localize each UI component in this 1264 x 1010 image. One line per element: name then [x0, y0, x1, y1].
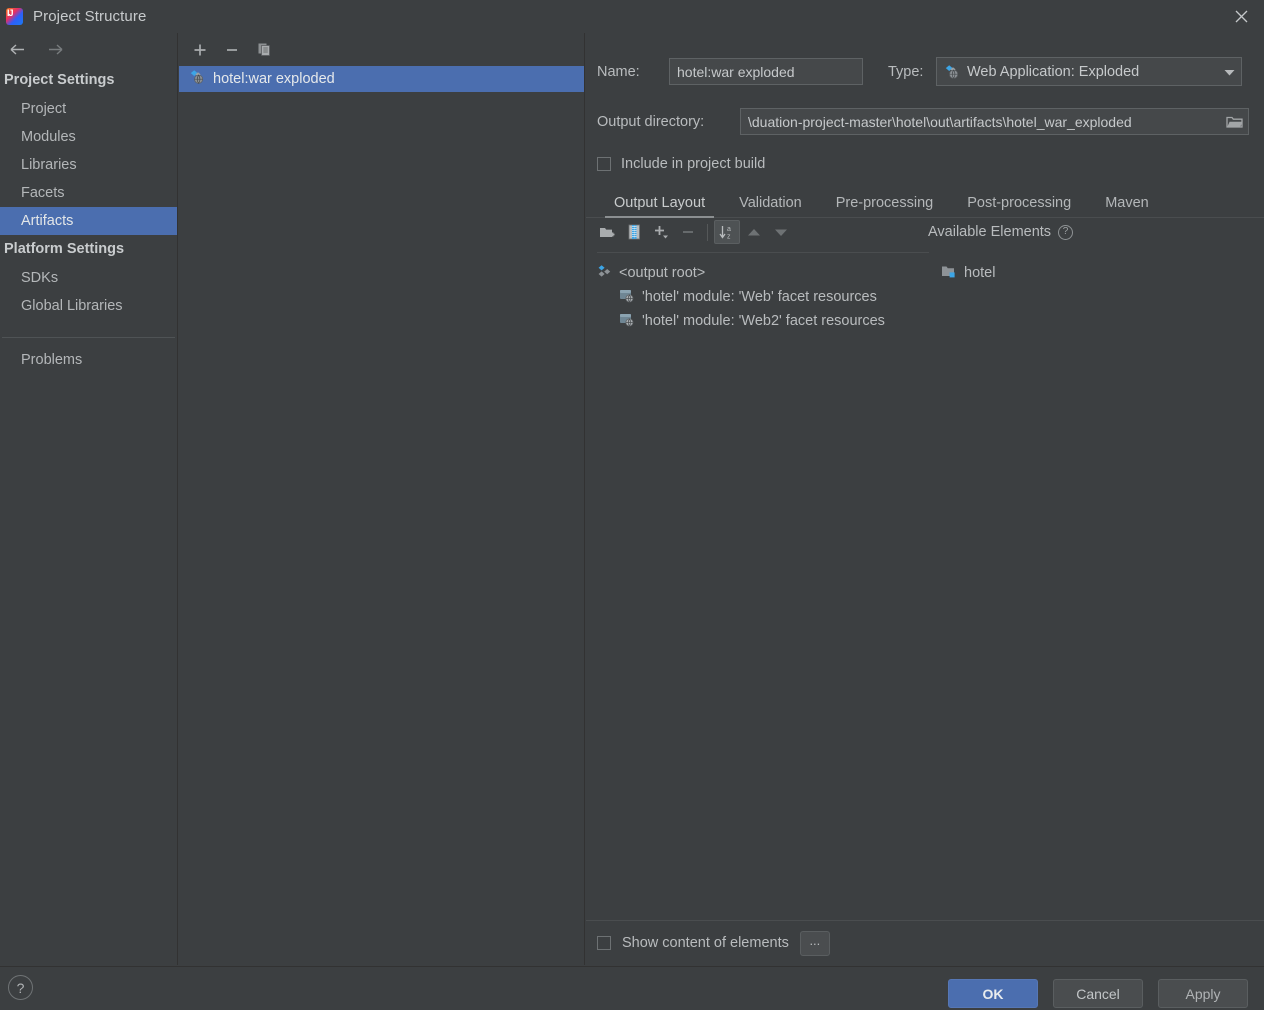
artifacts-toolbar — [179, 33, 584, 66]
window-titlebar: Project Structure — [0, 0, 1264, 33]
close-icon[interactable] — [1218, 0, 1264, 33]
chevron-down-icon — [1224, 64, 1235, 80]
include-in-build-checkbox[interactable] — [597, 157, 611, 171]
artifacts-list-panel: hotel:war exploded — [179, 33, 585, 965]
question-mark-icon[interactable]: ? — [8, 975, 33, 1000]
ok-button[interactable]: OK — [948, 979, 1038, 1008]
show-content-label: Show content of elements — [622, 935, 789, 951]
sort-az-icon[interactable]: a z — [714, 220, 740, 244]
project-structure-dialog: Project Structure Project Settings Proje… — [0, 0, 1264, 1010]
svg-text:z: z — [727, 234, 731, 241]
output-directory-input[interactable]: \duation-project-master\hotel\out\artifa… — [740, 108, 1249, 135]
apply-button[interactable]: Apply — [1158, 979, 1248, 1008]
intellij-idea-logo-icon — [6, 8, 23, 25]
tree-row-label: <output root> — [619, 265, 706, 281]
sidebar-item-libraries[interactable]: Libraries — [0, 151, 177, 179]
plus-dropdown-icon[interactable] — [648, 220, 674, 244]
sidebar-item-project[interactable]: Project — [0, 95, 177, 123]
tree-row[interactable]: 'hotel' module: 'Web' facet resources — [597, 285, 929, 309]
sidebar-group-platform-settings-title: Platform Settings — [4, 241, 125, 257]
show-content-bar: Show content of elements ... — [586, 920, 1264, 965]
output-directory-label: Output directory: — [597, 113, 705, 130]
copy-artifact-button[interactable] — [249, 37, 279, 63]
tree-row-label: 'hotel' module: 'Web2' facet resources — [642, 313, 885, 329]
artifact-name-input[interactable]: hotel:war exploded — [669, 58, 863, 85]
arrow-right-icon[interactable] — [36, 36, 70, 64]
tree-row[interactable]: <output root> — [597, 261, 929, 285]
folder-icon[interactable] — [1221, 108, 1248, 135]
question-mark-icon[interactable]: ? — [1058, 224, 1074, 240]
navigation-arrows — [0, 33, 177, 66]
output-layout-tree: <output root> 'hotel' module: 'Web' face… — [597, 261, 929, 333]
tab-validation[interactable]: Validation — [722, 195, 819, 217]
folder-add-icon[interactable] — [594, 220, 620, 244]
available-elements-title: Available Elements — [928, 224, 1052, 240]
sidebar-item-problems[interactable]: Problems — [0, 346, 177, 374]
tab-post-processing[interactable]: Post-processing — [950, 195, 1088, 217]
artifact-type-select[interactable]: Web Application: Exploded — [936, 57, 1242, 86]
artifact-detail-panel: Name: hotel:war exploded Type: Web Appli… — [586, 33, 1264, 965]
show-content-options-button[interactable]: ... — [799, 930, 830, 956]
output-layout-divider — [597, 252, 929, 253]
web-artifact-icon — [189, 69, 205, 89]
web-artifact-icon — [944, 64, 960, 80]
sidebar-group-project-settings-title: Project Settings — [4, 72, 115, 88]
tree-row-label: 'hotel' module: 'Web' facet resources — [642, 289, 877, 305]
name-type-row: Name: hotel:war exploded Type: Web Appli… — [586, 57, 1264, 86]
module-folder-icon — [941, 264, 957, 283]
tab-maven[interactable]: Maven — [1088, 195, 1166, 217]
sidebar-item-facets[interactable]: Facets — [0, 179, 177, 207]
list-item-label: hotel — [964, 265, 996, 281]
list-item[interactable]: hotel — [941, 261, 1251, 285]
sidebar-item-modules[interactable]: Modules — [0, 123, 177, 151]
artifact-list-item[interactable]: hotel:war exploded — [179, 66, 584, 92]
cancel-button[interactable]: Cancel — [1053, 979, 1143, 1008]
arrow-left-icon[interactable] — [2, 36, 36, 64]
window-title: Project Structure — [33, 8, 147, 25]
tree-row[interactable]: 'hotel' module: 'Web2' facet resources — [597, 309, 929, 333]
output-layout-toolbar: a z — [586, 218, 929, 246]
artifact-type-value: Web Application: Exploded — [967, 63, 1140, 80]
remove-artifact-button[interactable] — [217, 37, 247, 63]
include-in-build-row[interactable]: Include in project build — [586, 156, 1264, 172]
output-directory-row: Output directory: \duation-project-maste… — [586, 108, 1264, 135]
remove-element-button[interactable] — [675, 220, 701, 244]
sidebar-item-sdks[interactable]: SDKs — [0, 264, 177, 292]
settings-sidebar: Project Settings Project Modules Librari… — [0, 33, 178, 965]
facet-resources-icon — [619, 288, 635, 307]
triangle-down-icon[interactable] — [768, 220, 794, 244]
name-label: Name: — [597, 63, 640, 80]
sidebar-item-artifacts[interactable]: Artifacts — [0, 207, 177, 235]
facet-resources-icon — [619, 312, 635, 331]
sidebar-item-global-libraries[interactable]: Global Libraries — [0, 292, 177, 320]
tab-pre-processing[interactable]: Pre-processing — [819, 195, 951, 217]
detail-tabs: Output Layout Validation Pre-processing … — [586, 188, 1264, 218]
sidebar-divider — [2, 337, 175, 338]
triangle-up-icon[interactable] — [741, 220, 767, 244]
archive-icon[interactable] — [621, 220, 647, 244]
type-label: Type: — [888, 63, 924, 80]
toolbar-divider — [707, 223, 708, 241]
add-artifact-button[interactable] — [185, 37, 215, 63]
include-in-build-label: Include in project build — [621, 156, 766, 172]
available-elements-header: Available Elements ? — [928, 224, 1074, 240]
tab-output-layout[interactable]: Output Layout — [597, 195, 722, 218]
artifact-list-item-label: hotel:war exploded — [213, 71, 335, 87]
dialog-footer: ? OK Cancel Apply CSDN@守小流 — [0, 966, 1264, 1010]
svg-text:a: a — [727, 226, 731, 233]
show-content-checkbox[interactable] — [597, 936, 611, 950]
output-root-icon — [597, 264, 612, 283]
available-elements-tree: hotel — [941, 261, 1251, 285]
